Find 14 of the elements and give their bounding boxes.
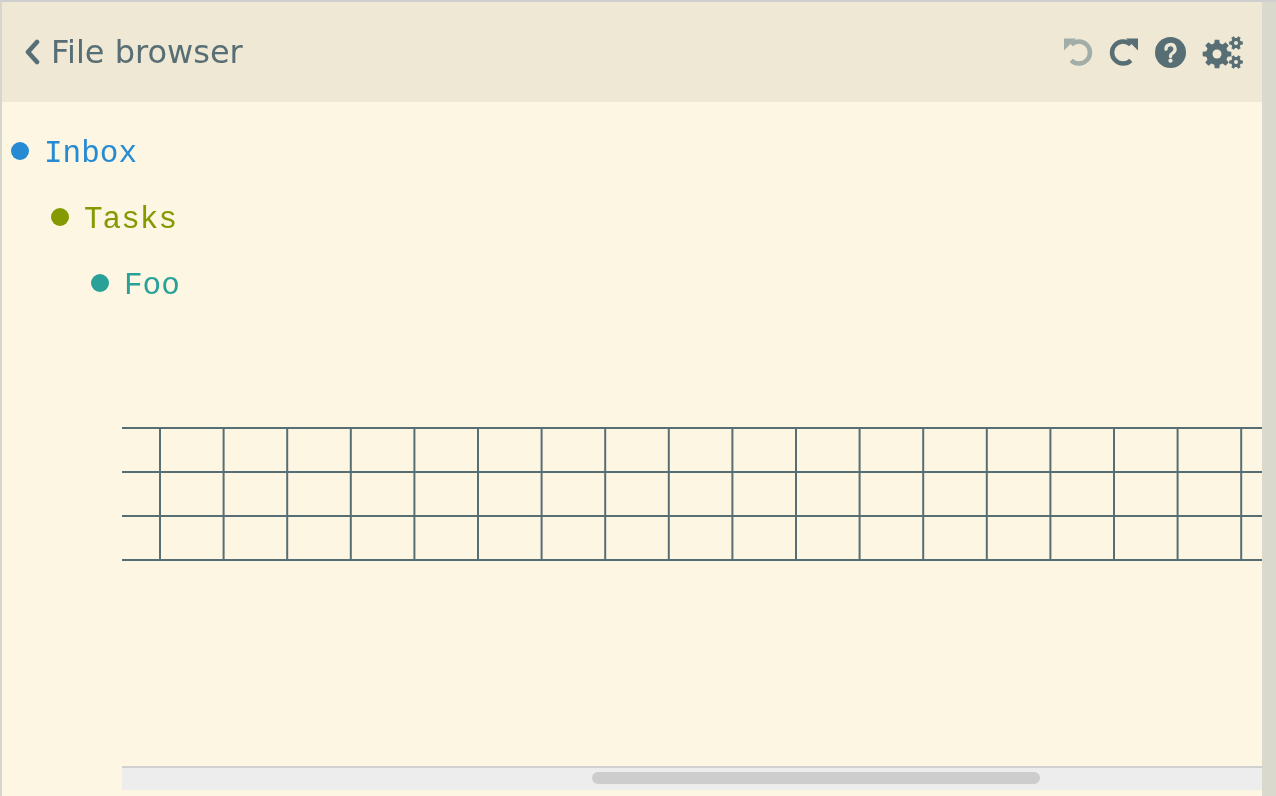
settings-button[interactable]: [1202, 35, 1243, 69]
undo-icon: [1063, 36, 1093, 68]
tree-item[interactable]: Foo: [124, 268, 180, 304]
settings-icon: [1202, 35, 1243, 69]
redo-icon: [1109, 36, 1139, 68]
help-button[interactable]: [1155, 36, 1186, 68]
help-icon: [1155, 36, 1186, 68]
chevron-left-icon: [24, 39, 40, 65]
redo-button[interactable]: [1109, 36, 1139, 68]
horizontal-scrollbar[interactable]: [122, 766, 1262, 790]
tree-item[interactable]: Tasks: [84, 202, 177, 238]
tree-item[interactable]: Inbox: [44, 136, 137, 172]
scrollbar-thumb[interactable]: [592, 772, 1040, 784]
back-button[interactable]: File browser: [24, 33, 243, 71]
